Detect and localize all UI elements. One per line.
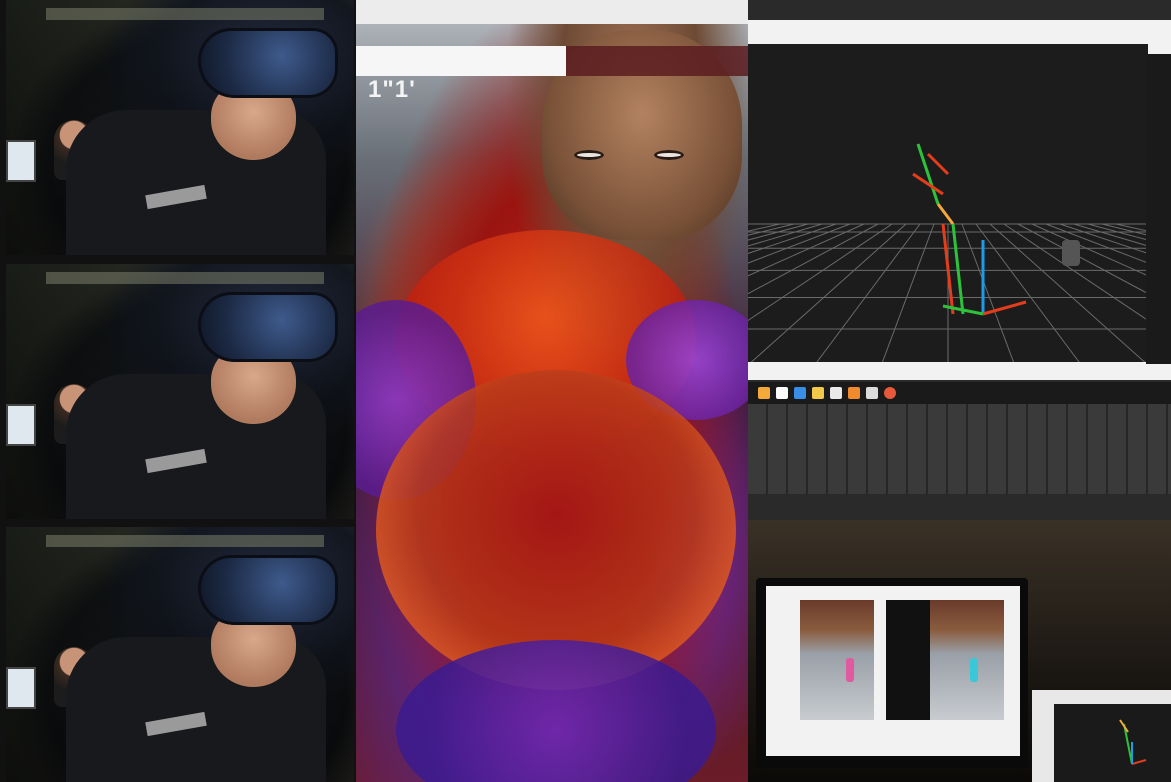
grid-line [748,223,795,236]
opponent-eye-right [654,150,684,160]
side-panel [1146,54,1171,364]
axis-x [982,300,1027,316]
skeleton-segment [916,143,940,205]
windows-taskbar [748,382,1171,404]
taskbar-app-icon[interactable] [812,387,824,399]
grid-line [961,223,1015,362]
camera-view-left [800,600,874,720]
camera-screen [766,586,1020,756]
grid-line [1101,223,1148,236]
grid-line [1031,223,1148,277]
laptop-screen [748,20,1171,380]
background-monitor [6,667,36,709]
taskbar-app-icon[interactable] [866,387,878,399]
camera-monitor [756,578,1028,768]
taskbar-app-icon[interactable] [884,387,896,399]
mocap-3d-viewport[interactable] [748,44,1148,362]
lab-monitors [748,520,1171,782]
ceiling-beam [46,535,324,547]
opponent-eye-left [574,150,604,160]
grid-line [748,223,879,295]
camera-view-right [930,600,1004,720]
subject-figure [970,658,978,682]
taskbar-app-icon[interactable] [794,387,806,399]
grid-line [748,223,809,241]
glove-blob [396,640,716,782]
mocap-grid [748,143,1148,362]
vr-headset [198,28,338,98]
grid-line [748,223,837,254]
vr-top-bar [356,0,748,24]
grid-line [1073,223,1148,247]
grid-line [1045,223,1148,264]
tracker-device [1062,240,1080,266]
vr-headset [198,555,338,625]
grid-line [1017,223,1148,295]
ceiling-beam [46,8,324,20]
taskbar-app-icon[interactable] [848,387,860,399]
hud-timer: 1"1' [368,76,416,103]
hud-panel [356,46,566,76]
photo-vr-user-3 [6,527,354,782]
background-monitor [6,140,36,182]
vr-first-person-view: 1"1' [356,0,748,782]
camera-divider [886,600,934,720]
grid-line [816,223,921,362]
vr-headset [198,292,338,362]
background-monitor [6,404,36,446]
second-mocap-viewport [1054,704,1171,782]
mini-skeleton [1119,719,1147,765]
second-laptop [1032,690,1171,782]
photo-vr-user-1 [6,0,354,255]
grid-line [748,223,851,264]
hud-panel-dark [566,46,748,76]
grid-line [748,223,893,322]
taskbar-app-icon[interactable] [830,387,842,399]
photo-vr-user-2 [6,264,354,519]
laptop-keyboard [748,404,1171,494]
ceiling-beam [46,272,324,284]
skeleton-segment [926,152,950,176]
taskbar-app-icon[interactable] [758,387,770,399]
grid-line [748,223,823,247]
skeleton-segment [936,203,955,225]
skeleton-segment [951,223,965,315]
subject-figure [846,658,854,682]
grid-line [750,223,907,362]
laptop-motion-capture [748,0,1171,520]
grid-line [748,223,865,277]
grid-line [1087,223,1148,241]
grid-line [881,223,935,362]
taskbar-app-icon[interactable] [776,387,788,399]
